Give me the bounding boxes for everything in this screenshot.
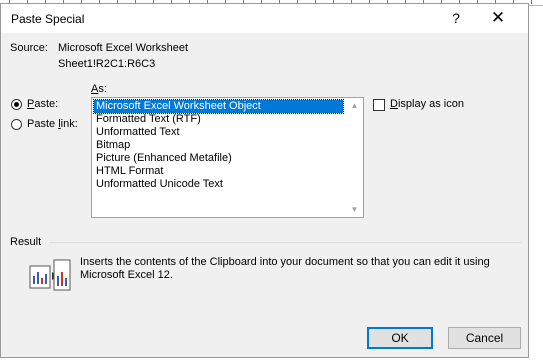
result-label: Result: [10, 236, 42, 248]
format-list-item[interactable]: Formatted Text (RTF): [94, 113, 201, 126]
paste-link-radio-label[interactable]: Paste link:: [27, 118, 78, 130]
format-list-item[interactable]: Unformatted Unicode Text: [94, 178, 223, 191]
ok-button[interactable]: OK: [367, 327, 433, 349]
format-list-item[interactable]: Unformatted Text: [94, 126, 180, 139]
format-list-item[interactable]: Bitmap: [94, 139, 130, 152]
paste-special-dialog: Paste Special ? ✕ Source: Microsoft Exce…: [0, 3, 529, 358]
format-list-item[interactable]: Microsoft Excel Worksheet Object: [93, 99, 344, 114]
display-as-icon-checkbox[interactable]: [373, 99, 385, 111]
cancel-button[interactable]: Cancel: [448, 327, 521, 349]
format-list-item[interactable]: HTML Format: [94, 165, 163, 178]
source-range: Sheet1!R2C1:R6C3: [58, 58, 156, 70]
title-bar: Paste Special ? ✕: [1, 4, 528, 33]
result-divider: [49, 242, 521, 243]
result-description-line2: Microsoft Excel 12.: [80, 269, 173, 281]
paste-link-radio[interactable]: [11, 119, 22, 130]
source-name: Microsoft Excel Worksheet: [58, 42, 189, 54]
paste-radio[interactable]: [11, 99, 22, 110]
as-label: As:: [91, 83, 107, 95]
close-button[interactable]: ✕: [478, 4, 518, 33]
help-button[interactable]: ?: [444, 4, 468, 33]
result-description-line1: Inserts the contents of the Clipboard in…: [80, 256, 490, 268]
format-list-item[interactable]: Picture (Enhanced Metafile): [94, 152, 232, 165]
paste-object-icon: [28, 258, 72, 294]
display-as-icon-label[interactable]: Display as icon: [390, 98, 464, 110]
listbox-scrollbar[interactable]: ▲ ▼: [346, 98, 363, 217]
source-label: Source:: [10, 42, 48, 54]
scroll-up-arrow-icon[interactable]: ▲: [346, 98, 363, 113]
format-listbox[interactable]: ▲ ▼ Microsoft Excel Worksheet Object Form…: [91, 97, 364, 218]
scroll-down-arrow-icon[interactable]: ▼: [346, 202, 363, 217]
paste-radio-label[interactable]: Paste:: [27, 98, 58, 110]
ruler-tick: [531, 0, 532, 4]
dialog-title: Paste Special: [11, 12, 85, 26]
